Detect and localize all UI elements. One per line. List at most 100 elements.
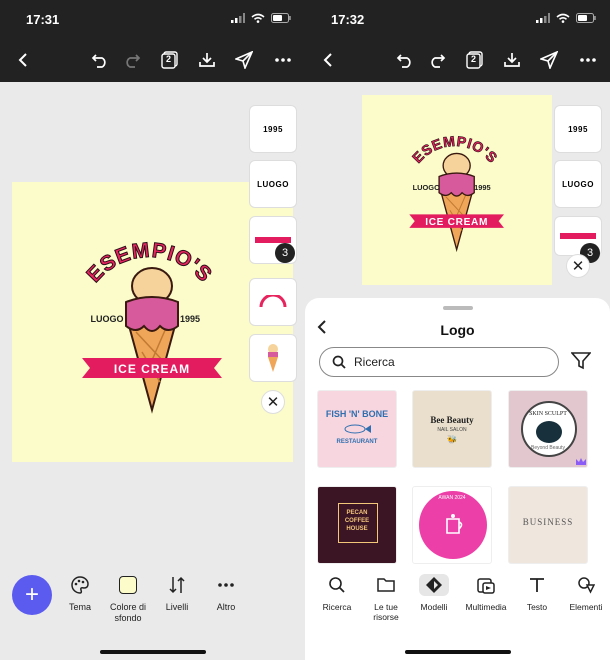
logo-left-text: LUOGO xyxy=(413,183,440,192)
redo-button[interactable] xyxy=(121,49,143,71)
download-button[interactable] xyxy=(501,49,523,71)
battery-icon xyxy=(271,13,291,23)
tab-label: Testo xyxy=(526,602,548,612)
thumb-label: LUOGO xyxy=(257,179,289,189)
status-bar: 17:32 xyxy=(305,0,610,40)
portrait-image xyxy=(536,421,562,443)
panel-title: Logo xyxy=(440,322,475,338)
thumb-label: LUOGO xyxy=(562,179,594,189)
pages-button[interactable]: 2 xyxy=(159,49,181,71)
thumb-label: 1995 xyxy=(263,124,283,134)
template-text: Beyond Beauty xyxy=(531,445,565,451)
close-thumbs-button[interactable]: ✕ xyxy=(261,390,285,414)
more-icon xyxy=(275,58,291,62)
template-line: PECAN xyxy=(346,510,368,516)
more-button[interactable] xyxy=(272,49,294,71)
undo-icon xyxy=(91,54,106,68)
close-thumbs-button[interactable]: ✕ xyxy=(566,254,590,278)
thumb-element[interactable]: LUOGO xyxy=(554,160,602,208)
add-button[interactable]: + xyxy=(12,575,52,615)
wifi-icon xyxy=(251,13,265,23)
pages-button[interactable]: 2 xyxy=(464,49,486,71)
search-input[interactable]: Ricerca xyxy=(319,347,559,377)
tool-label: Colore di sfondo xyxy=(109,602,147,623)
tool-more[interactable]: Altro xyxy=(198,574,254,613)
thumb-element[interactable]: 1995 xyxy=(554,105,602,153)
template-text: FISH 'N' BONE xyxy=(325,409,389,419)
template-tile[interactable]: AWAN 2024 xyxy=(412,486,492,564)
undo-button[interactable] xyxy=(394,49,416,71)
back-button[interactable] xyxy=(317,49,339,71)
share-button[interactable] xyxy=(233,49,255,71)
left-screen: 17:31 2 ESEMPIO'S LUOGO 1995 ICE CREAM 1… xyxy=(0,0,305,660)
editor-toolbar: 2 xyxy=(305,40,610,82)
fish-icon xyxy=(344,424,371,434)
template-tile[interactable]: PECAN COFFEE HOUSE xyxy=(317,486,397,564)
logo-banner-text: ICE CREAM xyxy=(425,217,488,228)
tool-background-color[interactable]: Colore di sfondo xyxy=(100,574,156,624)
signal-icon xyxy=(231,13,245,23)
logo-right-text: 1995 xyxy=(474,183,491,192)
template-text: AWAN 2024 xyxy=(438,495,466,501)
template-tile[interactable]: Bee Beauty NAIL SALON 🐝 xyxy=(412,390,492,468)
status-icons xyxy=(231,13,291,23)
right-screen: 17:32 2 ESEMPIO'S LUOGO 1995 ICE CREAM 1… xyxy=(305,0,610,660)
tab-templates[interactable]: Modelli xyxy=(410,572,458,612)
redo-button[interactable] xyxy=(426,49,448,71)
undo-button[interactable] xyxy=(89,49,111,71)
template-text: RESTAURANT xyxy=(336,439,378,445)
crown-icon xyxy=(576,458,586,465)
media-icon xyxy=(477,578,495,594)
color-swatch-icon xyxy=(119,576,137,594)
tab-elements[interactable]: Elementi xyxy=(562,572,610,612)
thumb-element[interactable]: 1995 xyxy=(249,105,297,153)
share-button[interactable] xyxy=(538,49,560,71)
download-icon xyxy=(199,53,215,67)
tab-multimedia[interactable]: Multimedia xyxy=(462,572,510,612)
text-icon xyxy=(530,578,544,592)
send-icon xyxy=(235,51,253,69)
thumb-element[interactable] xyxy=(249,278,297,326)
status-icons xyxy=(536,13,596,23)
drag-handle[interactable] xyxy=(443,306,473,310)
tab-label: Le tue risorse xyxy=(373,602,399,622)
search-icon xyxy=(329,577,345,593)
tab-text[interactable]: Testo xyxy=(513,572,561,612)
close-icon: ✕ xyxy=(571,258,585,275)
close-icon: ✕ xyxy=(266,394,280,411)
signal-icon xyxy=(536,13,550,23)
ice-cream-mini-icon xyxy=(268,344,278,372)
folder-icon xyxy=(377,578,395,592)
bee-icon: 🐝 xyxy=(447,435,457,444)
more-icon xyxy=(580,58,596,62)
template-tile[interactable]: FISH 'N' BONE RESTAURANT xyxy=(317,390,397,468)
back-button[interactable] xyxy=(12,49,34,71)
search-icon xyxy=(332,355,346,369)
tab-label: Ricerca xyxy=(322,602,352,612)
template-text: SKIN SCULPT xyxy=(529,411,567,417)
template-tile[interactable]: SKIN SCULPT Beyond Beauty xyxy=(508,390,588,468)
chevron-left-icon xyxy=(323,53,332,67)
banner-mini-icon xyxy=(560,233,596,239)
more-button[interactable] xyxy=(577,49,599,71)
logo-left-text: LUOGO xyxy=(91,314,124,324)
tool-layers[interactable]: Livelli xyxy=(149,574,205,613)
tab-label: Elementi xyxy=(569,602,603,612)
template-line: HOUSE xyxy=(346,526,368,532)
thumb-label: 1995 xyxy=(568,124,588,134)
download-button[interactable] xyxy=(196,49,218,71)
design-canvas[interactable]: ESEMPIO'S LUOGO 1995 ICE CREAM xyxy=(362,95,552,285)
search-placeholder: Ricerca xyxy=(354,355,395,369)
tab-your-assets[interactable]: Le tue risorse xyxy=(362,572,410,622)
undo-icon xyxy=(396,54,411,68)
page-count: 2 xyxy=(471,54,477,64)
filter-button[interactable] xyxy=(570,352,592,375)
thumb-element[interactable] xyxy=(249,334,297,382)
template-tile[interactable]: BUSINESS xyxy=(508,486,588,564)
tab-search[interactable]: Ricerca xyxy=(313,572,361,612)
send-icon xyxy=(540,51,558,69)
redo-icon xyxy=(431,54,446,68)
plus-icon: + xyxy=(24,581,39,608)
status-bar: 17:31 xyxy=(0,0,305,40)
thumb-element[interactable]: LUOGO xyxy=(249,160,297,208)
